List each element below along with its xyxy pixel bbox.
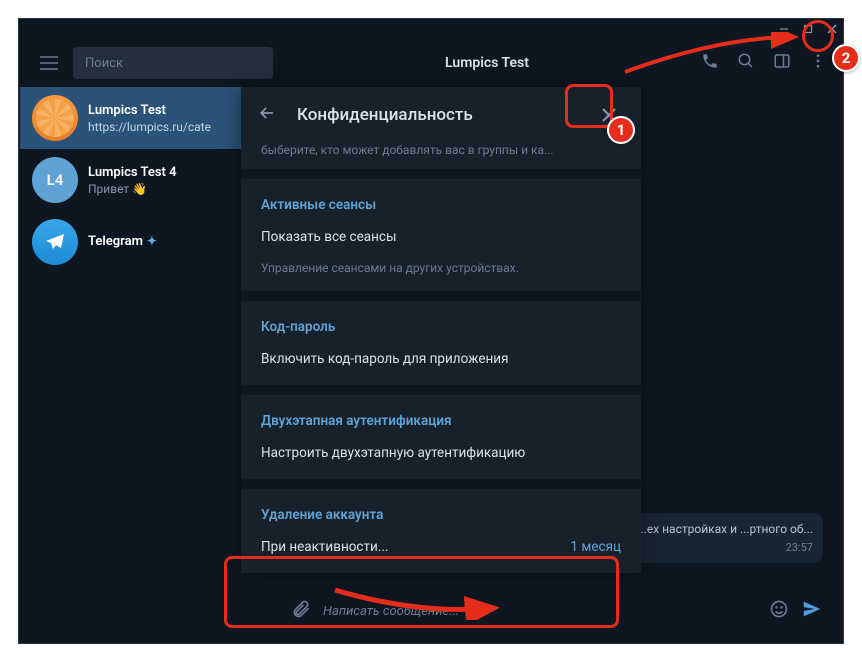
chat-name: Lumpics Test	[88, 103, 258, 118]
more-icon[interactable]	[809, 52, 827, 74]
emoji-icon[interactable]	[769, 599, 789, 623]
enable-passcode-item[interactable]: Включить код-пароль для приложения	[241, 341, 641, 377]
item-value: 1 месяц	[570, 539, 621, 555]
window-close-button[interactable]	[823, 20, 841, 38]
back-button[interactable]	[257, 103, 277, 127]
chat-name: Lumpics Test 4	[88, 165, 258, 180]
panel-title: Конфиденциальность	[297, 105, 593, 125]
section-active-sessions: Активные сеансы Показать все сеансы Упра…	[241, 179, 641, 301]
section-passcode: Код-пароль Включить код-пароль для прило…	[241, 301, 641, 395]
item-label: При неактивности...	[261, 539, 388, 555]
privacy-settings-panel: Конфиденциальность быберите, кто может д…	[241, 87, 641, 573]
message-time: 23:57	[637, 540, 813, 555]
section-title: Удаление аккаунта	[241, 503, 641, 529]
section-title: Двухэтапная аутентификация	[241, 409, 641, 435]
chat-preview: https://lumpics.ru/cate	[88, 120, 258, 134]
call-icon[interactable]	[701, 52, 719, 74]
section-hint: Управление сеансами на других устройства…	[241, 255, 641, 283]
avatar	[32, 219, 78, 265]
section-hint-truncated: быберите, кто может добавлять вас в груп…	[241, 143, 641, 179]
chat-list-item[interactable]: Lumpics Test https://lumpics.ru/cate	[20, 87, 270, 149]
panel-close-button[interactable]	[593, 99, 625, 131]
message-bubble: ...ех настройках и ...ртного об... 23:57	[627, 513, 823, 563]
window-maximize-button[interactable]	[799, 20, 817, 38]
section-title: Активные сеансы	[241, 193, 641, 219]
menu-button[interactable]	[29, 43, 69, 83]
sidepanel-icon[interactable]	[773, 52, 791, 74]
verified-icon: ✦	[147, 234, 157, 248]
message-input[interactable]: Написать сообщение...	[323, 604, 757, 619]
avatar	[32, 95, 78, 141]
attach-icon[interactable]	[291, 599, 311, 623]
section-title: Код-пароль	[241, 315, 641, 341]
configure-two-step-item[interactable]: Настроить двухэтапную аутентификацию	[241, 435, 641, 471]
show-all-sessions-item[interactable]: Показать все сеансы	[241, 219, 641, 255]
chat-list-item[interactable]: Telegram ✦	[20, 211, 270, 273]
inactivity-delete-item[interactable]: При неактивности... 1 месяц	[241, 529, 641, 565]
chat-name: Telegram ✦	[88, 234, 258, 249]
chat-list-item[interactable]: L4 Lumpics Test 4 Привет 👋	[20, 149, 270, 211]
send-icon[interactable]	[801, 598, 823, 624]
search-placeholder: Поиск	[85, 56, 123, 71]
chat-title: Lumpics Test	[273, 55, 701, 71]
section-delete-account: Удаление аккаунта При неактивности... 1 …	[241, 489, 641, 573]
section-two-step: Двухэтапная аутентификация Настроить дву…	[241, 395, 641, 489]
window-minimize-button[interactable]	[775, 20, 793, 38]
search-icon[interactable]	[737, 52, 755, 74]
search-input[interactable]: Поиск	[73, 47, 273, 79]
chat-preview: Привет 👋	[88, 182, 258, 196]
avatar: L4	[32, 157, 78, 203]
